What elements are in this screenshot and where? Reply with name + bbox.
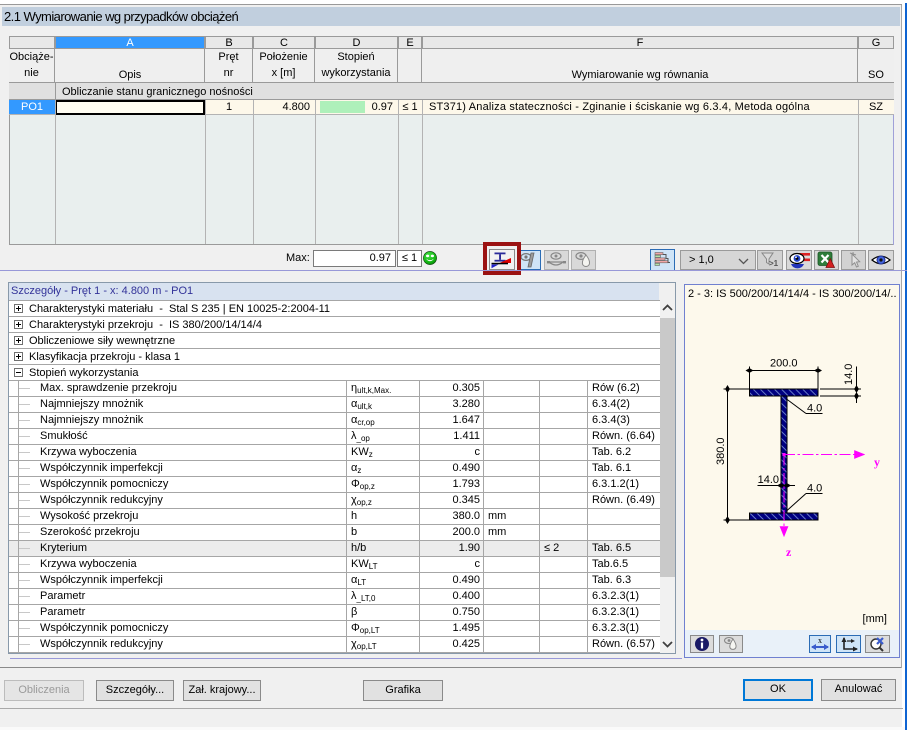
svg-text:4.0: 4.0 xyxy=(807,403,822,415)
svg-text:200.0: 200.0 xyxy=(770,358,798,370)
svg-text:4.0: 4.0 xyxy=(807,483,822,495)
svg-text:z: z xyxy=(786,545,792,559)
svg-text:x: x xyxy=(818,636,822,645)
svg-text:14.0: 14.0 xyxy=(843,364,855,385)
svg-text:>1: >1 xyxy=(769,259,779,268)
svg-text:14.0: 14.0 xyxy=(758,474,779,486)
svg-text:y: y xyxy=(874,455,880,469)
svg-text:380.0: 380.0 xyxy=(715,437,727,465)
